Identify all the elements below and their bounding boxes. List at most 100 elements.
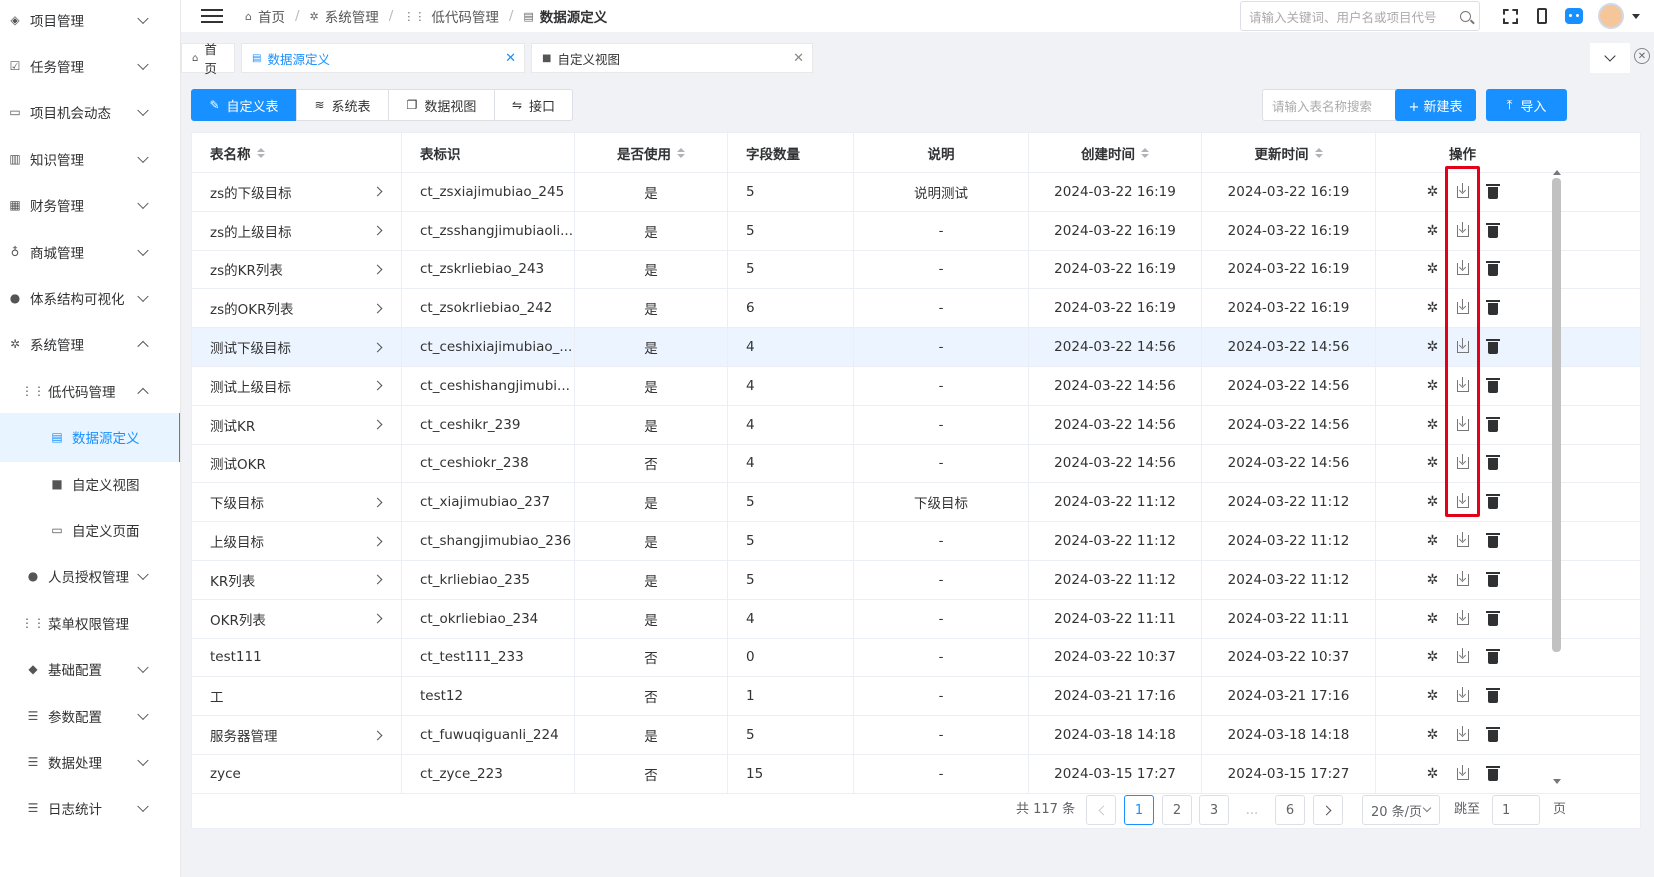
breadcrumb-item[interactable]: ✲ 系统管理	[310, 6, 379, 27]
download-icon[interactable]	[1456, 764, 1470, 781]
table-row[interactable]: 下级目标 ct_xiajimubiao_237 是 5 下级目标 2024-03-22 1…	[192, 483, 1640, 523]
sidebar-item[interactable]: ▭ 项目机会动态	[0, 88, 180, 137]
gear-icon[interactable]: ✲	[1426, 223, 1440, 239]
trash-icon[interactable]	[1485, 727, 1500, 743]
trash-icon[interactable]	[1485, 610, 1500, 626]
caret-down-icon[interactable]	[1632, 13, 1640, 19]
table-row[interactable]: zs的下级目标 ct_zsxiajimubiao_245 是 5 说明测试 2024-03…	[192, 173, 1640, 212]
table-row[interactable]: zyce ct_zyce_223 否 15 - 2024-03-15 17:27 2024-…	[192, 755, 1640, 794]
download-icon[interactable]	[1456, 415, 1470, 432]
robot-assistant-button[interactable]	[1558, 0, 1590, 32]
column-created-time-header[interactable]: 创建时间	[1029, 133, 1202, 172]
close-icon[interactable]: ✕	[793, 51, 804, 66]
trash-icon[interactable]	[1485, 688, 1500, 704]
tab-custom-view[interactable]: ■ 自定义视图 ✕	[531, 43, 813, 73]
column-updated-time-header[interactable]: 更新时间	[1202, 133, 1376, 172]
gear-icon[interactable]: ✲	[1426, 611, 1440, 627]
chevron-right-icon[interactable]	[372, 380, 383, 391]
fullscreen-button[interactable]	[1494, 0, 1526, 32]
download-icon[interactable]	[1456, 648, 1470, 664]
table-row[interactable]: 测试OKR ct_ceshiokr_238 否 4 - 2024-03-22 14:56 2…	[192, 444, 1640, 484]
chevron-right-icon[interactable]	[372, 613, 383, 624]
scroll-up-icon[interactable]	[1553, 170, 1561, 175]
sidebar-item[interactable]: ◈ 项目管理	[0, 0, 180, 44]
table-row[interactable]: 上级目标 ct_shangjimubiao_236 是 5 - 2024-03-22 11…	[192, 522, 1640, 561]
table-row[interactable]: zs的KR列表 ct_zskrliebiao_243 是 5 - 2024-03-22 1…	[192, 250, 1640, 290]
trash-icon[interactable]	[1485, 533, 1500, 549]
import-button[interactable]: ⤒ 导入	[1486, 89, 1567, 121]
gear-icon[interactable]: ✲	[1426, 378, 1440, 394]
gear-icon[interactable]: ✲	[1426, 300, 1440, 316]
mobile-button[interactable]	[1526, 0, 1558, 32]
gear-icon[interactable]: ✲	[1426, 261, 1440, 277]
chevron-right-icon[interactable]	[372, 264, 383, 275]
download-icon[interactable]	[1456, 609, 1470, 626]
sidebar-item[interactable]: ⋮⋮ 低代码管理	[0, 366, 180, 415]
table-scrollbar[interactable]	[1551, 170, 1563, 784]
global-search-input[interactable]: 请输入关键词、用户名或项目代号	[1240, 1, 1480, 31]
trash-icon[interactable]	[1485, 494, 1500, 510]
table-row[interactable]: zs的OKR列表 ct_zsokrliebiao_242 是 6 - 2024-03-22…	[192, 289, 1640, 329]
page-3-button[interactable]: 3	[1199, 795, 1229, 825]
prev-page-button[interactable]	[1086, 795, 1116, 825]
trash-icon[interactable]	[1485, 571, 1500, 587]
sidebar-item[interactable]: ☰ 日志统计	[0, 784, 180, 833]
table-row[interactable]: test111 ct_test111_233 否 0 - 2024-03-22 10:37…	[192, 638, 1640, 678]
sidebar-item[interactable]: ☰ 数据处理	[0, 737, 180, 786]
trash-icon[interactable]	[1485, 300, 1500, 316]
breadcrumb-item[interactable]: ⌂ 首页	[245, 6, 285, 27]
sort-icon[interactable]	[677, 147, 685, 158]
sidebar-item[interactable]: ✲ 系统管理	[0, 320, 180, 369]
gear-icon[interactable]: ✲	[1426, 417, 1440, 433]
hamburger-menu-icon[interactable]	[201, 9, 223, 23]
sidebar-item[interactable]: ■ 自定义视图	[0, 459, 180, 508]
download-icon[interactable]	[1456, 726, 1470, 742]
download-icon[interactable]	[1456, 454, 1470, 470]
table-row[interactable]: KR列表 ct_krliebiao_235 是 5 - 2024-03-22 11:12 2…	[192, 561, 1640, 600]
new-table-button[interactable]: + 新建表	[1395, 89, 1476, 121]
table-row[interactable]: zs的上级目标 ct_zsshangjimubiaoli... 是 5 - 2024-03…	[192, 211, 1640, 251]
scroll-down-icon[interactable]	[1553, 779, 1561, 784]
page-2-button[interactable]: 2	[1162, 795, 1192, 825]
gear-icon[interactable]: ✲	[1426, 572, 1440, 588]
page-size-select[interactable]: 20 条/页	[1362, 795, 1440, 825]
avatar[interactable]	[1598, 3, 1624, 29]
chevron-right-icon[interactable]	[372, 730, 383, 741]
table-row[interactable]: 测试上级目标 ct_ceshishangjimubi... 是 4 - 2024-03-2…	[192, 367, 1640, 406]
sidebar-item[interactable]: ◆ 基础配置	[0, 645, 180, 694]
trash-icon[interactable]	[1485, 765, 1500, 781]
sidebar-item[interactable]: ☑ 任务管理	[0, 41, 180, 90]
sidebar-item[interactable]: ☰ 参数配置	[0, 691, 180, 740]
tabs-dropdown-button[interactable]	[1590, 43, 1630, 73]
jump-to-page-input[interactable]	[1492, 795, 1540, 825]
table-row[interactable]: 测试下级目标 ct_ceshixiajimubiao_... 是 4 - 2024-03-…	[192, 328, 1640, 367]
download-icon[interactable]	[1456, 493, 1470, 509]
column-in-use-header[interactable]: 是否使用	[575, 133, 728, 172]
download-icon[interactable]	[1456, 299, 1470, 315]
table-row[interactable]: 工 test12 否 1 - 2024-03-21 17:16 2024-03-21 17:…	[192, 677, 1640, 717]
download-icon[interactable]	[1456, 182, 1470, 199]
table-row[interactable]: 测试KR ct_ceshikr_239 是 4 - 2024-03-22 14:56 202…	[192, 405, 1640, 445]
page-1-button[interactable]: 1	[1124, 795, 1154, 825]
download-icon[interactable]	[1456, 376, 1470, 393]
chevron-right-icon[interactable]	[372, 419, 383, 430]
download-icon[interactable]	[1456, 260, 1470, 276]
close-icon[interactable]: ✕	[505, 51, 516, 66]
sidebar-item[interactable]: ♁ 商城管理	[0, 227, 180, 276]
sidebar-item[interactable]: ⋮⋮ 菜单权限管理	[0, 598, 180, 647]
chevron-right-icon[interactable]	[372, 225, 383, 236]
trash-icon[interactable]	[1485, 261, 1500, 277]
trash-icon[interactable]	[1485, 339, 1500, 355]
page-6-button[interactable]: 6	[1275, 795, 1305, 825]
tab-data-source-definition[interactable]: ▤ 数据源定义 ✕	[241, 43, 525, 73]
download-icon[interactable]	[1456, 687, 1470, 703]
gear-icon[interactable]: ✲	[1426, 533, 1440, 549]
sidebar-item[interactable]: ● 人员授权管理	[0, 552, 180, 601]
trash-icon[interactable]	[1485, 183, 1500, 199]
column-table-name-header[interactable]: 表名称	[192, 133, 402, 172]
segment-system-table[interactable]: ≋ 系统表	[296, 89, 389, 121]
chevron-right-icon[interactable]	[372, 303, 383, 314]
gear-icon[interactable]: ✲	[1426, 688, 1440, 704]
close-all-tabs-icon[interactable]: ✕	[1634, 48, 1650, 64]
download-icon[interactable]	[1456, 221, 1470, 238]
